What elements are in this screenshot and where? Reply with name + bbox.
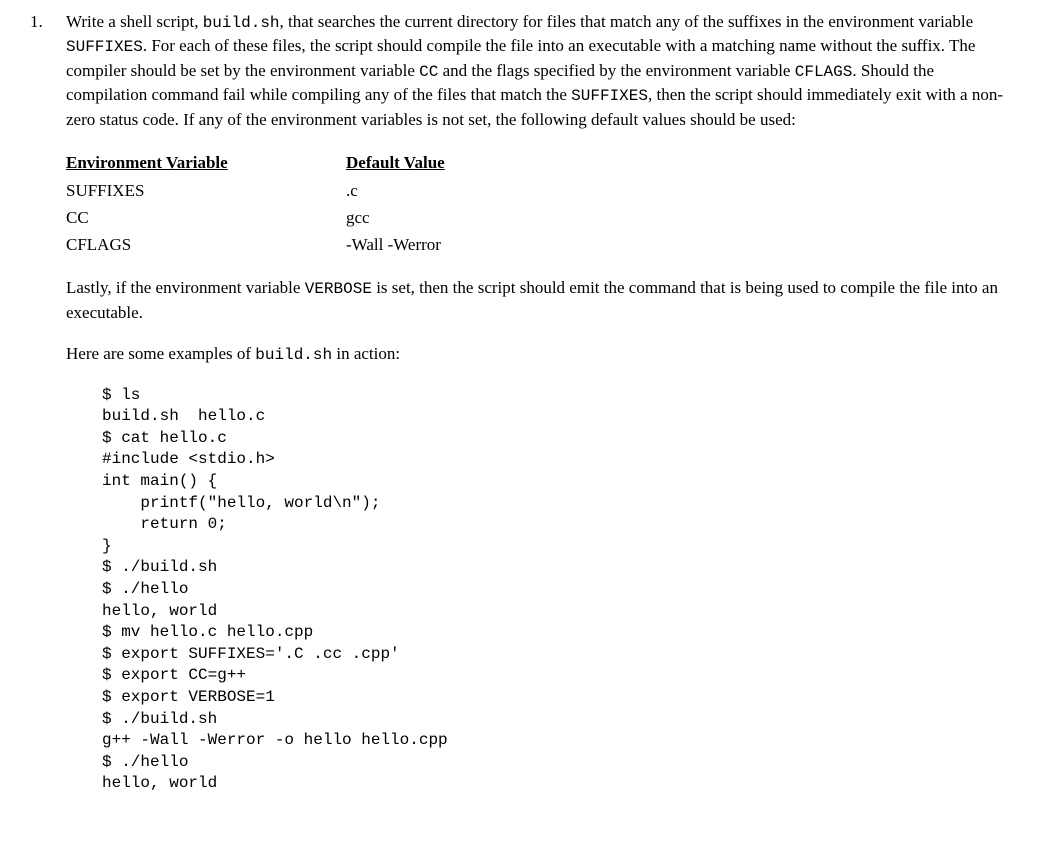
env-default: .c [346,177,1016,204]
text: , that searches the current directory fo… [280,12,974,31]
inline-code: CFLAGS [795,63,853,81]
env-header-row: Environment Variable Default Value [66,149,1016,176]
env-name: SUFFIXES [66,177,346,204]
env-default: gcc [346,204,1016,231]
env-header-default: Default Value [346,149,1016,176]
env-name: CFLAGS [66,231,346,258]
text: Here are some examples of [66,344,255,363]
env-row: CFLAGS -Wall -Werror [66,231,1016,258]
env-default: -Wall -Werror [346,231,1016,258]
env-row: CC gcc [66,204,1016,231]
question-block: 1. Write a shell script, build.sh, that … [30,10,1016,795]
env-name: CC [66,204,346,231]
paragraph-1: Write a shell script, build.sh, that sea… [66,10,1016,131]
inline-code: build.sh [255,346,332,364]
inline-code: build.sh [203,14,280,32]
inline-code: SUFFIXES [66,38,143,56]
inline-code: CC [419,63,438,81]
text: in action: [332,344,400,363]
paragraph-2: Lastly, if the environment variable VERB… [66,276,1016,324]
paragraph-3: Here are some examples of build.sh in ac… [66,342,1016,366]
question-body: Write a shell script, build.sh, that sea… [66,10,1016,795]
text: and the flags specified by the environme… [438,61,794,80]
env-table: Environment Variable Default Value SUFFI… [66,149,1016,258]
code-example: $ ls build.sh hello.c $ cat hello.c #inc… [102,385,1016,795]
inline-code: SUFFIXES [571,87,648,105]
env-header-variable: Environment Variable [66,149,346,176]
text: Write a shell script, [66,12,203,31]
text: Lastly, if the environment variable [66,278,305,297]
question-number: 1. [30,10,66,34]
env-row: SUFFIXES .c [66,177,1016,204]
inline-code: VERBOSE [305,280,372,298]
